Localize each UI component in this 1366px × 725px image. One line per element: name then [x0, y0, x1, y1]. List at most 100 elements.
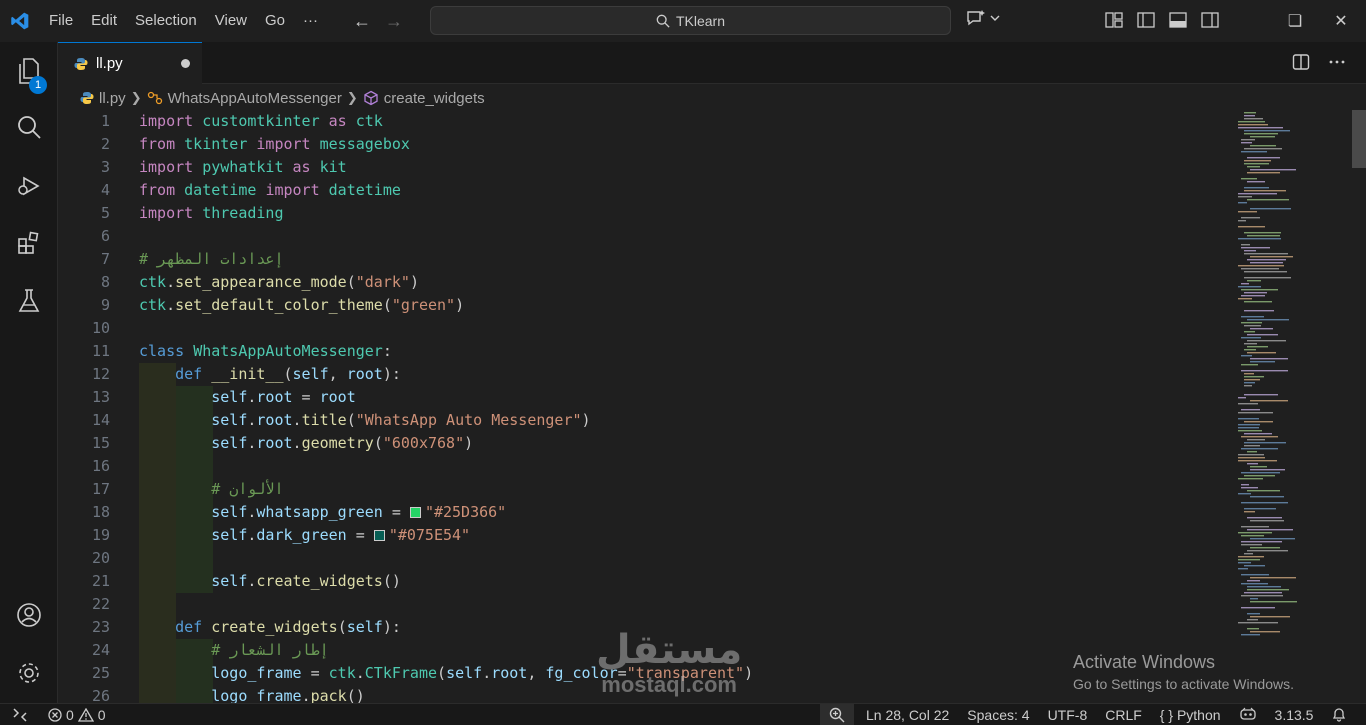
minimap[interactable]	[1234, 110, 1352, 703]
encoding[interactable]: UTF-8	[1039, 707, 1097, 723]
search-icon	[18, 116, 41, 139]
color-swatch-dark-green[interactable]	[373, 530, 385, 541]
restore-window-icon[interactable]: ❏	[1272, 11, 1318, 31]
minimap-line	[1238, 478, 1263, 480]
close-window-icon[interactable]: ✕	[1318, 11, 1364, 31]
minimap-line	[1244, 163, 1269, 165]
menu-edit[interactable]: Edit	[82, 0, 126, 42]
minimap-line	[1247, 352, 1276, 354]
minimap-line	[1247, 157, 1280, 159]
minimap-line	[1247, 259, 1286, 261]
minimap-line	[1247, 580, 1260, 582]
minimap-line	[1244, 592, 1282, 594]
minimap-line	[1244, 133, 1278, 135]
color-swatch-whatsapp-green[interactable]	[409, 507, 421, 518]
testing-button[interactable]	[0, 276, 58, 326]
forward-arrow-icon[interactable]: →	[385, 11, 403, 32]
status-bar: 0 0 Ln 28, Col 22 Spaces: 4 UTF-8 CRLF {…	[0, 703, 1366, 725]
minimap-line	[1244, 511, 1255, 513]
scrollbar-thumb[interactable]	[1352, 110, 1366, 168]
remote-button[interactable]	[0, 704, 40, 725]
cursor-position[interactable]: Ln 28, Col 22	[857, 707, 958, 723]
minimap-line	[1244, 232, 1281, 234]
menu-more[interactable]: ···	[294, 0, 327, 42]
minimap-line	[1238, 226, 1265, 228]
notifications-bell-icon[interactable]	[1322, 706, 1356, 725]
toggle-primary-sidebar-icon[interactable]	[1136, 10, 1156, 30]
toggle-secondary-sidebar-icon[interactable]	[1200, 10, 1220, 30]
account-icon	[17, 603, 41, 627]
code-line: 3 import pywhatkit as kit	[58, 156, 1234, 179]
code-text: def create_widgets(self):	[175, 618, 401, 636]
vertical-scrollbar[interactable]	[1352, 110, 1366, 703]
copilot-button[interactable]	[966, 9, 1000, 27]
menu-file[interactable]: File	[40, 0, 82, 42]
minimap-line	[1238, 238, 1281, 240]
toggle-panel-icon[interactable]	[1168, 10, 1188, 30]
code-text: self.root.title("WhatsApp Auto Messenger…	[211, 411, 591, 429]
indentation[interactable]: Spaces: 4	[958, 707, 1038, 723]
zoom-button[interactable]	[820, 704, 854, 725]
editor-tab-bar: ll.py	[58, 42, 1366, 84]
minimap-line	[1250, 262, 1283, 264]
explorer-button[interactable]: 1	[0, 46, 58, 96]
minimap-line	[1241, 268, 1279, 270]
error-count: 0	[66, 706, 74, 723]
search-view-button[interactable]	[0, 102, 58, 152]
minimap-line	[1247, 439, 1265, 441]
code-editor[interactable]: 1 import customtkinter as ctk 2 from tkint…	[58, 110, 1234, 703]
menu-selection[interactable]: Selection	[126, 0, 206, 42]
minimap-line	[1244, 190, 1286, 192]
language-mode[interactable]: { } Python	[1151, 707, 1230, 723]
minimap-line	[1244, 160, 1271, 162]
minimap-line	[1247, 619, 1258, 621]
code-line: 4 from datetime import datetime	[58, 179, 1234, 202]
minimap-line	[1238, 424, 1260, 426]
tab-ll-py[interactable]: ll.py	[58, 42, 202, 84]
minimap-line	[1250, 145, 1276, 147]
back-arrow-icon[interactable]: ←	[353, 11, 371, 32]
minimap-line	[1238, 412, 1273, 414]
braces-icon: { }	[1159, 707, 1174, 723]
python-version[interactable]: 3.13.5	[1266, 707, 1323, 723]
menu-view[interactable]: View	[206, 0, 256, 42]
minimap-line	[1250, 361, 1275, 363]
minimap-line	[1244, 553, 1253, 555]
run-debug-button[interactable]	[0, 160, 58, 210]
code-text: logo_frame.pack()	[211, 687, 365, 703]
code-line: 12 def __init__(self, root):	[58, 363, 1234, 386]
more-actions-icon[interactable]	[1328, 53, 1346, 71]
minimap-line	[1238, 493, 1251, 495]
copilot-status-icon[interactable]	[1230, 707, 1266, 724]
search-text: TKlearn	[675, 12, 726, 29]
customize-layout-icon[interactable]	[1104, 10, 1124, 30]
command-center-search[interactable]: TKlearn	[430, 6, 951, 35]
minimap-line	[1244, 310, 1274, 312]
minimap-line	[1247, 463, 1258, 465]
breadcrumb-file[interactable]: ll.py	[99, 90, 126, 107]
minimap-line	[1241, 535, 1264, 537]
problems-indicator[interactable]: 0 0	[48, 707, 106, 723]
breadcrumb-method[interactable]: create_widgets	[384, 90, 485, 107]
mostaql-watermark: مستقل mostaql.com	[596, 628, 743, 697]
extensions-button[interactable]	[0, 218, 58, 268]
code-line: 13 self.root = root	[58, 386, 1234, 409]
menu-go[interactable]: Go	[256, 0, 294, 42]
minimap-line	[1241, 295, 1265, 297]
chevron-right-icon: ❯	[346, 90, 358, 105]
minimap-line	[1241, 178, 1257, 180]
breadcrumb-class[interactable]: WhatsAppAutoMessenger	[168, 90, 342, 107]
minimap-line	[1244, 325, 1261, 327]
warning-icon	[77, 707, 94, 722]
minimap-line	[1244, 379, 1260, 381]
manage-button[interactable]	[0, 648, 58, 698]
line-ending[interactable]: CRLF	[1096, 707, 1151, 723]
minimap-line	[1247, 334, 1278, 336]
minimap-line	[1244, 187, 1269, 189]
unsaved-dot-icon[interactable]	[181, 59, 190, 68]
split-editor-icon[interactable]	[1292, 53, 1310, 71]
minimap-line	[1247, 529, 1293, 531]
minimap-line	[1244, 382, 1255, 384]
minimap-line	[1238, 193, 1277, 195]
accounts-button[interactable]	[0, 590, 58, 640]
